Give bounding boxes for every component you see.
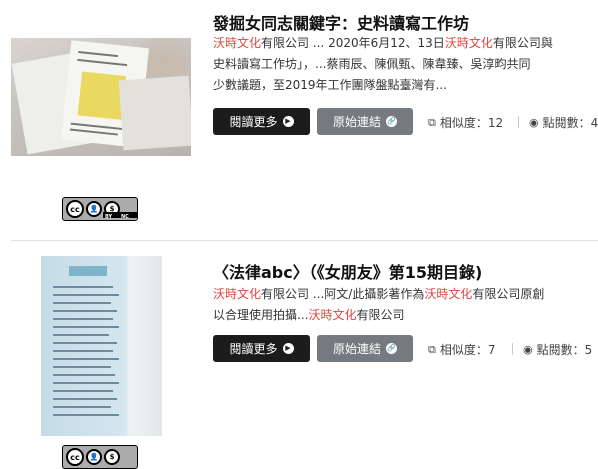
views-stat: ◉ 點閱數：4 [529, 116, 598, 130]
result-snippet: 沃時文化有限公司 ...阿文/此攝影著作為沃時文化有限公司原創 以合理使用拍攝.… [213, 284, 598, 326]
meta-divider [512, 343, 513, 355]
attribution-icon: 👤 [86, 201, 102, 217]
by-label: BY [105, 214, 113, 220]
snippet-line: 沃時文化有限公司 ... 2020年6月12、13日沃時文化有限公司與 [213, 36, 553, 50]
search-result: cc 👤 $ 〈法律abc〉（《女朋友》第15期目錄) 沃時文化有限公司 ...… [0, 241, 598, 469]
meta-divider [518, 116, 519, 128]
result-thumbnail[interactable] [11, 38, 191, 156]
views-stat: ◉ 點閱數：5 [523, 343, 593, 357]
copy-icon: ⧉ [428, 115, 436, 129]
link-circle-icon: 🔗 [386, 116, 397, 127]
link-circle-icon: 🔗 [386, 343, 397, 354]
eye-icon: ◉ [523, 343, 533, 356]
original-link-button[interactable]: 原始連結 🔗 [317, 335, 413, 362]
snippet-line: 沃時文化有限公司 ...阿文/此攝影著作為沃時文化有限公司原創 [213, 287, 545, 301]
snippet-line: 少數議題，至2019年工作團隊盤點臺灣有... [213, 78, 447, 92]
original-link-button[interactable]: 原始連結 🔗 [317, 108, 413, 135]
read-more-button[interactable]: 閱讀更多 ▶ [213, 108, 310, 135]
result-snippet: 沃時文化有限公司 ... 2020年6月12、13日沃時文化有限公司與 史料讀寫… [213, 33, 598, 96]
similarity-stat: ⧉ 相似度：12 [428, 115, 504, 131]
cc-icon: cc [66, 200, 84, 218]
attribution-icon: 👤 [86, 449, 102, 465]
cc-license-badge[interactable]: cc 👤 $ BY NC [62, 197, 138, 221]
similarity-stat: ⧉ 相似度：7 [428, 342, 496, 358]
noncommercial-icon: $ [104, 449, 120, 465]
snippet-line: 史料讀寫工作坊」，...蔡雨辰、陳佩甄、陳韋臻、吳淳畇共同 [213, 57, 531, 71]
cc-license-badge[interactable]: cc 👤 $ [62, 445, 138, 469]
chevron-right-circle-icon: ▶ [282, 343, 294, 354]
snippet-line: 以合理使用拍攝...沃時文化有限公司 [213, 308, 405, 322]
nc-label: NC [121, 214, 129, 220]
result-title[interactable]: 〈法律abc〉（《女朋友》第15期目錄) [213, 259, 482, 283]
result-title[interactable]: 發掘女同志關鍵字：史料讀寫工作坊 [213, 10, 469, 34]
search-result: cc 👤 $ BY NC 發掘女同志關鍵字：史料讀寫工作坊 沃時文化有限公司 .… [0, 0, 598, 240]
cc-icon: cc [66, 448, 84, 466]
chevron-right-circle-icon: ▶ [282, 116, 294, 127]
result-thumbnail[interactable] [41, 256, 162, 436]
copy-icon: ⧉ [428, 342, 436, 356]
eye-icon: ◉ [529, 116, 539, 129]
read-more-button[interactable]: 閱讀更多 ▶ [213, 335, 310, 362]
